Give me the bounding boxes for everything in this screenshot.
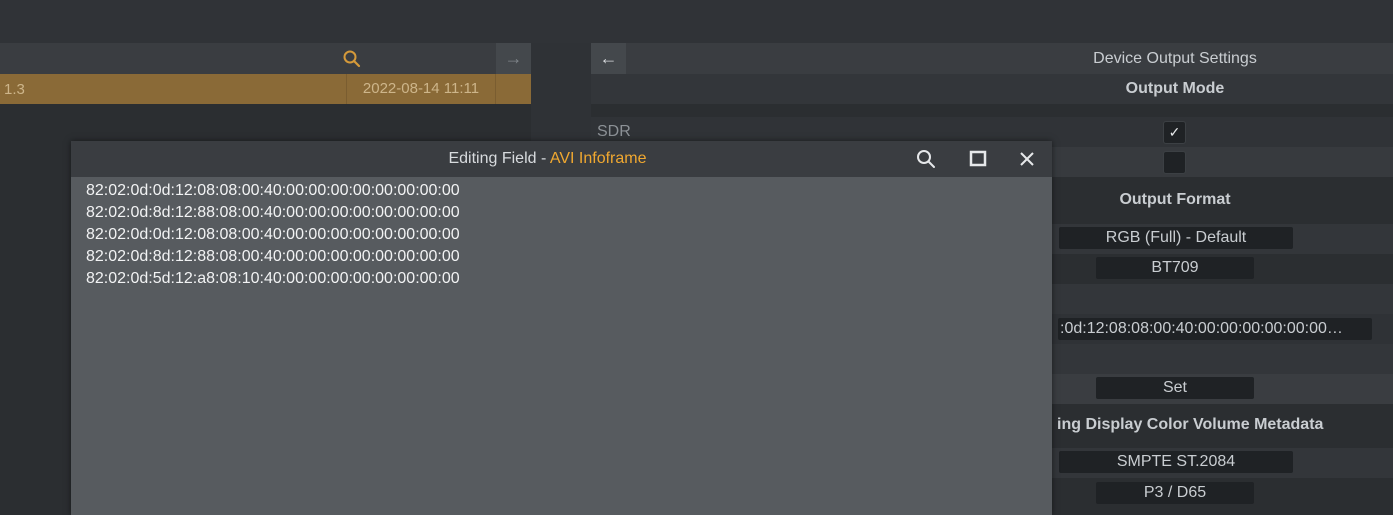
colorspace-select[interactable]: BT709 (1096, 257, 1254, 279)
search-icon[interactable] (914, 148, 938, 170)
close-icon[interactable] (1015, 148, 1039, 170)
dialog-title-prefix: Editing Field - (448, 150, 550, 167)
back-arrow-button[interactable]: ← (591, 43, 626, 74)
row-name-cell: 1.3 (4, 81, 25, 98)
editing-field-dialog: Editing Field - AVI Infoframe 82:02:0d:0… (71, 141, 1052, 515)
infoframe-line: 82:02:0d:8d:12:88:08:00:40:00:00:00:00:0… (86, 204, 460, 221)
infoframe-line: 82:02:0d:0d:12:08:08:00:40:00:00:00:00:0… (86, 226, 460, 243)
row-date-cell: 2022-08-14 11:11 (346, 74, 496, 104)
infoframe-line: 82:02:0d:5d:12:a8:08:10:40:00:00:00:00:0… (86, 270, 460, 287)
maximize-icon[interactable] (966, 148, 990, 170)
hdr-checkbox[interactable] (1163, 151, 1186, 174)
forward-arrow-button[interactable]: → (496, 43, 531, 74)
set-button[interactable]: Set (1096, 377, 1254, 399)
search-icon[interactable] (342, 49, 362, 69)
dialog-titlebar: Editing Field - AVI Infoframe (71, 141, 1052, 177)
primaries-select[interactable]: P3 / D65 (1096, 482, 1254, 504)
infoframe-field[interactable]: :0d:12:08:08:00:40:00:00:00:00:00:00… (1058, 318, 1372, 340)
output-format-heading: Output Format (1119, 191, 1231, 208)
infoframe-line: 82:02:0d:8d:12:88:08:00:40:00:00:00:00:0… (86, 248, 460, 265)
sdr-checkbox[interactable]: ✓ (1163, 121, 1186, 144)
output-mode-heading: Output Mode (1125, 80, 1225, 97)
output-mode-section: Output Mode (591, 74, 1393, 104)
infoframe-line: 82:02:0d:0d:12:08:08:00:40:00:00:00:00:0… (86, 182, 460, 199)
dialog-title-field-name: AVI Infoframe (549, 150, 647, 167)
mastering-display-heading: ing Display Color Volume Metadata (1057, 416, 1324, 433)
format-select[interactable]: RGB (Full) - Default (1059, 227, 1293, 249)
file-list-header: → (0, 43, 531, 74)
infoframe-text-area[interactable]: 82:02:0d:0d:12:08:08:00:40:00:00:00:00:0… (86, 180, 460, 290)
top-bar (0, 0, 1393, 43)
page-title: Device Output Settings (1093, 50, 1257, 67)
settings-header: ← Device Output Settings (591, 43, 1393, 74)
eotf-select[interactable]: SMPTE ST.2084 (1059, 451, 1293, 473)
sdr-label: SDR (597, 123, 631, 140)
dialog-title: Editing Field - AVI Infoframe (71, 150, 1024, 168)
table-row[interactable]: 1.3 2022-08-14 11:11 (0, 74, 531, 104)
